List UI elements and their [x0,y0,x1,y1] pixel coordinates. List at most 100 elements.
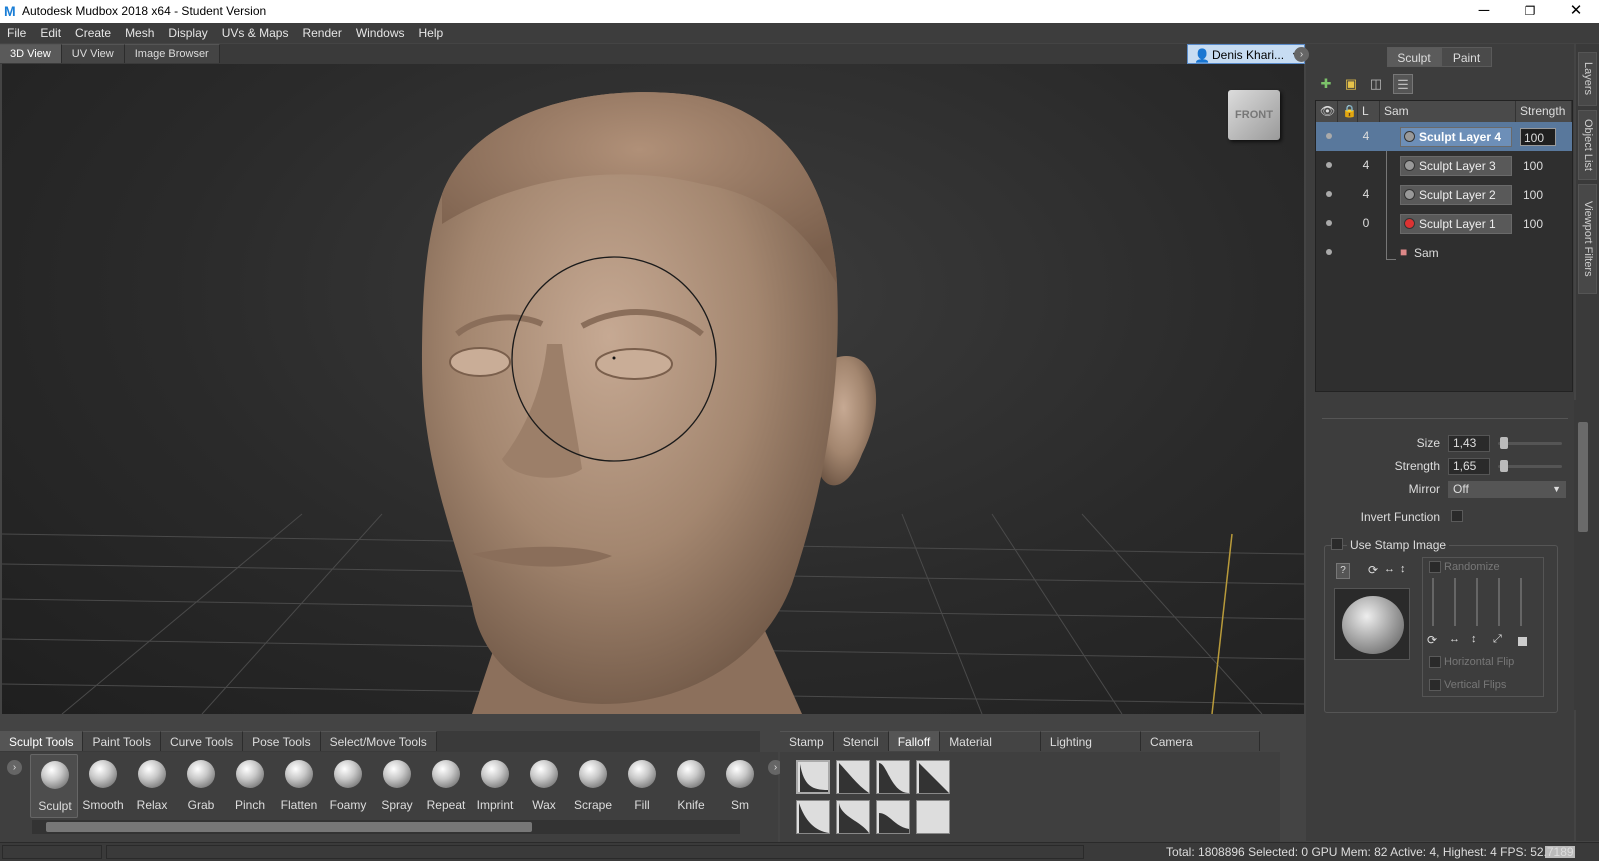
menu-mesh[interactable]: Mesh [118,23,161,43]
layer-name[interactable]: Sculpt Layer 4 [1400,127,1512,147]
visibility-icon[interactable] [1326,220,1332,226]
tool-relax[interactable]: Relax [128,754,176,818]
tab-uv-view[interactable]: UV View [61,44,125,63]
viewcube[interactable]: FRONT [1228,90,1280,140]
use-stamp-image-checkbox[interactable] [1331,538,1343,550]
new-layer-icon[interactable]: ✚ [1316,74,1336,94]
close-button[interactable]: ✕ [1553,0,1599,23]
tab-paint-tools[interactable]: Paint Tools [83,731,161,751]
stop-icon[interactable] [1518,637,1527,646]
folder-icon[interactable]: ▣ [1341,74,1361,94]
layer-strength-input[interactable]: 100 [1520,128,1556,146]
falloff-preset[interactable] [796,800,830,834]
viewport-3d[interactable] [2,64,1304,714]
layer-name[interactable]: Sculpt Layer 2 [1400,185,1512,205]
strength-slider-handle[interactable] [1499,460,1508,472]
tool-imprint[interactable]: Imprint [471,754,519,818]
tool-foamy[interactable]: Foamy [324,754,372,818]
menu-create[interactable]: Create [68,23,118,43]
rotate-icon[interactable]: ⟳ [1368,563,1378,577]
falloff-preset[interactable] [876,760,910,794]
layer-strength-input[interactable]: 100 [1520,215,1556,233]
properties-scrollbar[interactable] [1574,400,1592,710]
tab-viewport-filters[interactable]: Viewport Filters [1578,184,1597,294]
mirror-select[interactable]: Off ▼ [1448,481,1566,498]
menu-file[interactable]: File [0,23,33,43]
randomize-checkbox[interactable] [1429,561,1441,573]
stamp-image-preview[interactable] [1334,588,1410,660]
tool-pinch[interactable]: Pinch [226,754,274,818]
vertical-flips-checkbox[interactable] [1429,679,1441,691]
visibility-icon[interactable] [1326,133,1332,139]
menu-uvs-maps[interactable]: UVs & Maps [215,23,296,43]
tab-stamp[interactable]: Stamp [780,731,834,751]
flip-vertical-icon[interactable]: ↕ [1400,563,1406,575]
falloff-preset[interactable] [836,800,870,834]
layer-strength-input[interactable]: 100 [1520,157,1556,175]
tool-fill[interactable]: Fill [618,754,666,818]
layer-strength-input[interactable]: 100 [1520,186,1556,204]
tab-camera-bookmarks[interactable]: Camera Bookmarks [1141,731,1260,769]
strength-input[interactable]: 1,65 [1448,458,1490,475]
layer-row[interactable]: 4 Sculpt Layer 2 100 [1316,180,1572,209]
tool-knife[interactable]: Knife [667,754,715,818]
tool-flatten[interactable]: Flatten [275,754,323,818]
tool-grab[interactable]: Grab [177,754,225,818]
size-input[interactable]: 1,43 [1448,435,1490,452]
layer-row[interactable]: 4 Sculpt Layer 3 100 [1316,151,1572,180]
tab-curve-tools[interactable]: Curve Tools [160,731,244,751]
sculpt-mode-button[interactable]: Sculpt [1387,47,1441,67]
size-slider-handle[interactable] [1499,437,1508,449]
tab-stencil[interactable]: Stencil [833,731,889,751]
tab-falloff[interactable]: Falloff [888,731,941,751]
layer-name[interactable]: Sculpt Layer 1 [1400,214,1512,234]
menu-render[interactable]: Render [295,23,348,43]
menu-help[interactable]: Help [412,23,451,43]
tool-tray-scrollbar[interactable] [32,820,740,834]
maximize-button[interactable]: ❐ [1507,0,1553,23]
flip-horizontal-icon[interactable]: ↔ [1384,563,1395,575]
visibility-icon[interactable] [1326,162,1332,168]
tool-sm[interactable]: Sm [716,754,764,818]
horizontal-flip-checkbox[interactable] [1429,656,1441,668]
invert-function-checkbox[interactable] [1451,510,1463,522]
hflip-random-icon[interactable]: ↔ [1449,633,1460,645]
rotate-random-icon[interactable]: ⟳ [1427,633,1437,647]
tool-repeat[interactable]: Repeat [422,754,470,818]
chevron-right-icon[interactable]: › [7,760,22,775]
tab-select-move-tools[interactable]: Select/Move Tools [320,731,437,751]
tab-object-list[interactable]: Object List [1578,110,1597,180]
user-account-dropdown[interactable]: 👤 Denis Khari... ▼ [1187,44,1305,64]
tool-wax[interactable]: Wax [520,754,568,818]
falloff-preset[interactable] [916,760,950,794]
layer-row[interactable]: 0 Sculpt Layer 1 100 [1316,209,1572,238]
tab-material-presets[interactable]: Material Presets [940,731,1041,769]
layer-row[interactable]: 4 Sculpt Layer 4 100 [1316,122,1572,151]
tool-smooth[interactable]: Smooth [79,754,127,818]
visibility-icon[interactable] [1326,191,1332,197]
layer-row[interactable]: ■ Sam [1316,238,1572,267]
falloff-preset[interactable] [916,800,950,834]
trash-icon[interactable]: ◫ [1366,74,1386,94]
help-icon[interactable]: ? [1336,563,1350,579]
tab-sculpt-tools[interactable]: Sculpt Tools [0,731,84,751]
falloff-preset[interactable] [796,760,830,794]
chevron-right-icon[interactable]: › [1294,47,1309,62]
menu-windows[interactable]: Windows [349,23,412,43]
layer-name[interactable]: Sculpt Layer 3 [1400,156,1512,176]
tool-spray[interactable]: Spray [373,754,421,818]
menu-edit[interactable]: Edit [33,23,68,43]
tab-image-browser[interactable]: Image Browser [124,44,220,63]
paint-mode-button[interactable]: Paint [1441,47,1492,67]
tool-scrape[interactable]: Scrape [569,754,617,818]
minimize-button[interactable]: ─ [1461,0,1507,23]
tool-sculpt[interactable]: Sculpt [30,754,78,818]
vflip-random-icon[interactable]: ↕ [1471,633,1477,645]
tab-pose-tools[interactable]: Pose Tools [243,731,321,751]
menu-display[interactable]: Display [161,23,214,43]
tab-lighting-presets[interactable]: Lighting Presets [1040,731,1142,769]
layer-menu-icon[interactable]: ☰ [1393,74,1413,94]
tab-layers[interactable]: Layers [1578,52,1597,106]
falloff-preset[interactable] [876,800,910,834]
visibility-icon[interactable] [1326,249,1332,255]
